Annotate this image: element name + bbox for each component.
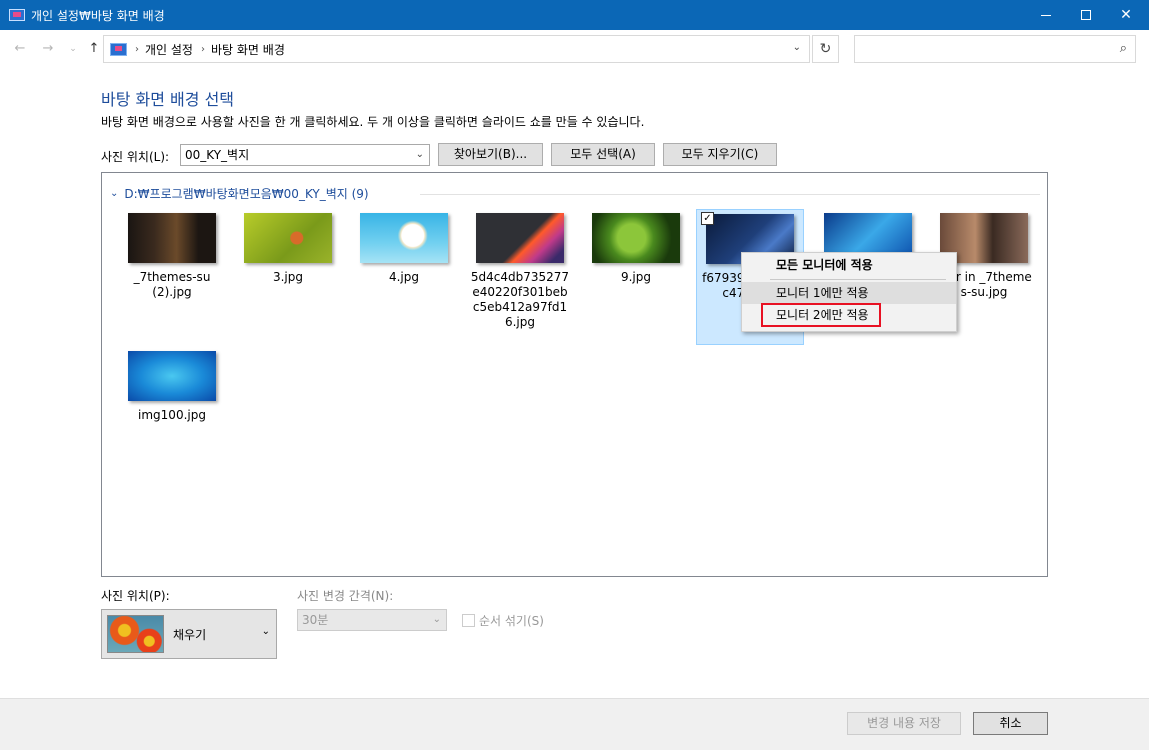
interval-label: 사진 변경 간격(N): — [297, 589, 394, 603]
image-thumbnail — [244, 213, 332, 263]
up-arrow-icon[interactable]: ↑ — [84, 40, 104, 58]
image-name: 3.jpg — [272, 270, 304, 284]
chevron-down-icon: ⌄ — [261, 626, 270, 637]
picture-position-label: 사진 위치(P): — [101, 589, 170, 603]
search-input[interactable]: ⌕ — [854, 35, 1136, 63]
save-changes-button[interactable]: 변경 내용 저장 — [847, 712, 961, 735]
image-tile[interactable]: 5d4c4db735277e40220f301bebc5eb412a97fd16… — [466, 213, 574, 330]
chevron-down-icon: ⌄ — [432, 614, 441, 625]
highlight-box — [761, 303, 881, 327]
context-menu: 모든 모니터에 적용 모니터 1에만 적용 모니터 2에만 적용 — [741, 252, 957, 332]
address-bar[interactable]: › 개인 설정 › 바탕 화면 배경 ⌄ — [103, 35, 810, 63]
page-title: 바탕 화면 배경 선택 — [101, 90, 235, 109]
checkbox-icon — [462, 614, 475, 627]
picture-position-select[interactable]: 채우기 ⌄ — [101, 609, 277, 659]
chevron-down-icon: ⌄ — [415, 149, 424, 160]
footer-bar: 변경 내용 저장 취소 — [0, 698, 1149, 750]
refresh-icon: ↻ — [819, 41, 832, 57]
image-thumbnail — [128, 213, 216, 263]
maximize-icon — [1081, 10, 1091, 20]
image-thumbnail — [360, 213, 448, 263]
group-divider — [420, 194, 1040, 195]
browse-button[interactable]: 찾아보기(B)... — [438, 143, 543, 166]
picture-position-value: 채우기 — [173, 628, 207, 642]
image-gallery[interactable]: ⌄ D:₩프로그램₩바탕화면모음₩00_KY_벽지 (9) _7themes-s… — [101, 172, 1048, 577]
interval-value: 30분 — [302, 613, 329, 627]
image-name: _7themes-su (2).jpg — [133, 270, 211, 299]
close-button[interactable]: ✕ — [1103, 0, 1149, 30]
image-name: 4.jpg — [388, 270, 420, 284]
close-icon: ✕ — [1120, 7, 1132, 23]
forward-arrow-icon[interactable]: → — [38, 40, 58, 58]
breadcrumb-desktop-background[interactable]: 바탕 화면 배경 — [211, 41, 285, 58]
window-title: 개인 설정₩바탕 화면 배경 — [31, 8, 165, 23]
interval-select[interactable]: 30분 ⌄ — [297, 609, 447, 631]
cancel-button[interactable]: 취소 — [973, 712, 1048, 735]
fill-preview-image — [107, 615, 164, 653]
control-panel-icon — [110, 42, 127, 56]
picture-location-label: 사진 위치(L): — [101, 150, 170, 164]
image-thumbnail — [128, 351, 216, 401]
image-tile[interactable]: _7themes-su (2).jpg — [118, 213, 226, 300]
refresh-button[interactable]: ↻ — [812, 35, 839, 63]
picture-location-select[interactable]: 00_KY_벽지 ⌄ — [180, 144, 430, 166]
image-thumbnail — [476, 213, 564, 263]
clear-all-button[interactable]: 모두 지우기(C) — [663, 143, 777, 166]
back-arrow-icon[interactable]: ← — [10, 40, 30, 58]
menu-divider — [770, 279, 946, 280]
chevron-right-icon: › — [200, 43, 205, 55]
image-name: 5d4c4db735277e40220f301bebc5eb412a97fd16… — [470, 270, 570, 329]
personalization-icon — [9, 9, 25, 21]
search-icon: ⌕ — [1119, 41, 1127, 56]
breadcrumb-personalization[interactable]: 개인 설정 — [145, 41, 193, 58]
shuffle-label: 순서 섞기(S) — [479, 614, 544, 628]
image-name: img100.jpg — [138, 408, 206, 422]
title-bar: 개인 설정₩바탕 화면 배경 ✕ — [0, 0, 1149, 30]
menu-item-monitor-1[interactable]: 모니터 1에만 적용 — [742, 282, 956, 304]
image-tile[interactable]: 3.jpg — [234, 213, 342, 285]
folder-group-header[interactable]: ⌄ D:₩프로그램₩바탕화면모음₩00_KY_벽지 (9) — [110, 185, 369, 202]
shuffle-checkbox[interactable]: 순서 섞기(S) — [462, 612, 544, 629]
image-thumbnail — [592, 213, 680, 263]
minimize-icon — [1041, 14, 1051, 16]
image-tile[interactable]: 9.jpg — [582, 213, 690, 285]
menu-item-apply-all-monitors[interactable]: 모든 모니터에 적용 — [742, 254, 956, 276]
chevron-right-icon: › — [135, 43, 139, 55]
folder-group-title: D:₩프로그램₩바탕화면모음₩00_KY_벽지 (9) — [124, 187, 369, 201]
image-tile[interactable]: 4.jpg — [350, 213, 458, 285]
recent-dropdown-icon[interactable]: ⌄ — [63, 40, 83, 58]
page-description: 바탕 화면 배경으로 사용할 사진을 한 개 클릭하세요. 두 개 이상을 클릭… — [101, 115, 645, 129]
navigation-bar: ← → ⌄ ↑ › 개인 설정 › 바탕 화면 배경 ⌄ ↻ ⌕ — [0, 30, 1149, 68]
picture-location-value: 00_KY_벽지 — [185, 148, 250, 162]
checkbox-checked-icon[interactable]: ✓ — [701, 212, 714, 225]
select-all-button[interactable]: 모두 선택(A) — [551, 143, 655, 166]
image-name: 9.jpg — [620, 270, 652, 284]
image-tile[interactable]: img100.jpg — [118, 351, 226, 423]
chevron-down-icon: ⌄ — [110, 188, 119, 199]
chevron-down-icon[interactable]: ⌄ — [793, 42, 801, 53]
